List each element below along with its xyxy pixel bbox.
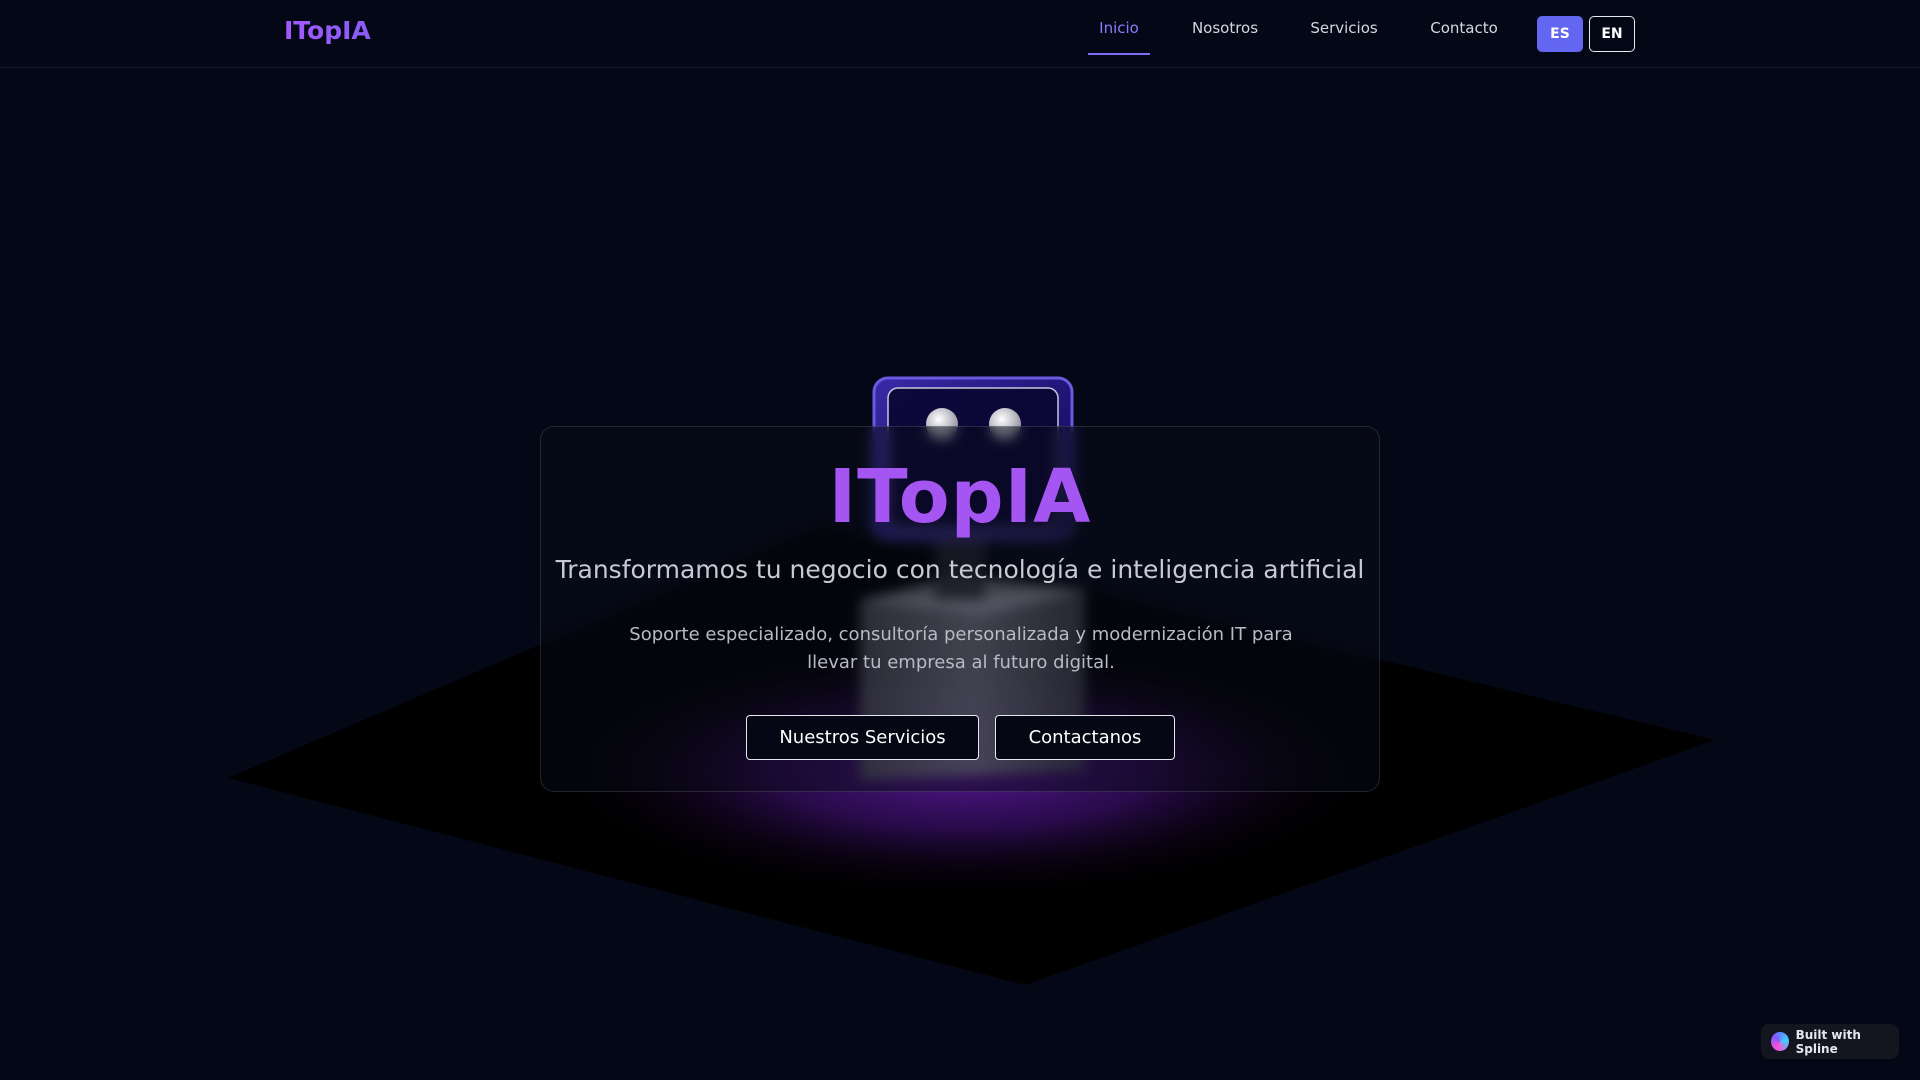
- page: ITopIA Inicio Nosotros Servicios Contact…: [0, 0, 1920, 1080]
- logo[interactable]: ITopIA: [284, 16, 371, 45]
- hero-subtitle: Transformamos tu negocio con tecnología …: [555, 555, 1365, 584]
- nav-link-nosotros[interactable]: Nosotros: [1192, 0, 1258, 56]
- badge-label: Built with Spline: [1795, 1027, 1861, 1056]
- contact-button[interactable]: Contactanos: [995, 715, 1175, 760]
- hero-title: ITopIA: [828, 454, 1092, 540]
- nav-links: Inicio Nosotros Servicios Contacto: [1088, 0, 1498, 68]
- lang-es-button[interactable]: ES: [1537, 16, 1583, 52]
- nav-link-servicios[interactable]: Servicios: [1310, 0, 1377, 56]
- nav-link-contacto[interactable]: Contacto: [1430, 0, 1498, 56]
- navbar: ITopIA Inicio Nosotros Servicios Contact…: [0, 0, 1920, 68]
- lang-en-button[interactable]: EN: [1589, 16, 1635, 52]
- services-button[interactable]: Nuestros Servicios: [746, 715, 979, 760]
- hero-card: ITopIA Transformamos tu negocio con tecn…: [540, 426, 1380, 792]
- hero-description: Soporte especializado, consultoría perso…: [629, 624, 1293, 673]
- nav-link-inicio[interactable]: Inicio: [1088, 0, 1150, 56]
- spline-logo-icon: [1771, 1032, 1789, 1051]
- built-with-spline-badge[interactable]: Built with Spline: [1761, 1024, 1899, 1059]
